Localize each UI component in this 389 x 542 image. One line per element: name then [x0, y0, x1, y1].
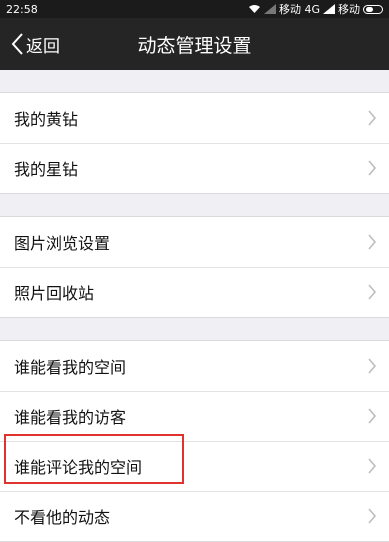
chevron-right-icon: [368, 408, 377, 424]
settings-group-privacy: 谁能看我的空间 谁能看我的访客 谁能评论我的空间 不看他的动态: [0, 341, 389, 542]
chevron-right-icon: [368, 358, 377, 374]
row-my-star-diamond[interactable]: 我的星钻: [0, 143, 389, 193]
row-label: 图片浏览设置: [14, 234, 111, 253]
row-label: 谁能评论我的空间: [14, 458, 143, 477]
section-gap: [0, 318, 389, 341]
status-bar: 22:58 移动 4G 移动: [0, 0, 389, 18]
chevron-right-icon: [368, 508, 377, 524]
chevron-right-icon: [368, 284, 377, 300]
nav-bar: 返回 动态管理设置: [0, 18, 389, 70]
chevron-right-icon: [368, 234, 377, 250]
row-label: 谁能看我的空间: [14, 358, 127, 377]
section-gap: [0, 194, 389, 217]
row-who-can-comment-space[interactable]: 谁能评论我的空间: [0, 441, 389, 491]
battery-icon: [363, 4, 383, 14]
row-label: 我的星钻: [14, 160, 79, 179]
chevron-left-icon: [11, 33, 23, 55]
wifi-icon: [248, 5, 260, 13]
section-gap: [0, 70, 389, 93]
chevron-right-icon: [368, 160, 377, 176]
row-label: 我的黄钻: [14, 110, 79, 129]
row-who-can-view-space[interactable]: 谁能看我的空间: [0, 341, 389, 391]
row-who-can-view-visitors[interactable]: 谁能看我的访客: [0, 391, 389, 441]
settings-list: 我的黄钻 我的星钻 图片浏览设置 照片回收站 谁能看我的空间 谁能看我的访客 谁…: [0, 70, 389, 542]
signal-icon: [263, 4, 276, 14]
chevron-right-icon: [368, 458, 377, 474]
carrier1-label: 移动 4G: [278, 3, 320, 16]
back-label: 返回: [26, 36, 60, 57]
back-button[interactable]: 返回: [10, 18, 60, 70]
row-label: 谁能看我的访客: [14, 408, 127, 427]
row-label: 不看他的动态: [14, 508, 111, 527]
settings-group-diamond: 我的黄钻 我的星钻: [0, 93, 389, 194]
row-label: 照片回收站: [14, 284, 95, 303]
chevron-right-icon: [368, 110, 377, 126]
status-icons: 移动 4G 移动: [248, 1, 383, 17]
row-image-browse-settings[interactable]: 图片浏览设置: [0, 217, 389, 267]
signal-icon: [323, 4, 335, 14]
carrier2-label: 移动: [338, 3, 360, 16]
row-photo-recycle-bin[interactable]: 照片回收站: [0, 267, 389, 317]
status-time: 22:58: [6, 2, 38, 16]
row-hide-their-feed[interactable]: 不看他的动态: [0, 491, 389, 541]
row-my-yellow-diamond[interactable]: 我的黄钻: [0, 93, 389, 143]
settings-group-photos: 图片浏览设置 照片回收站: [0, 217, 389, 318]
